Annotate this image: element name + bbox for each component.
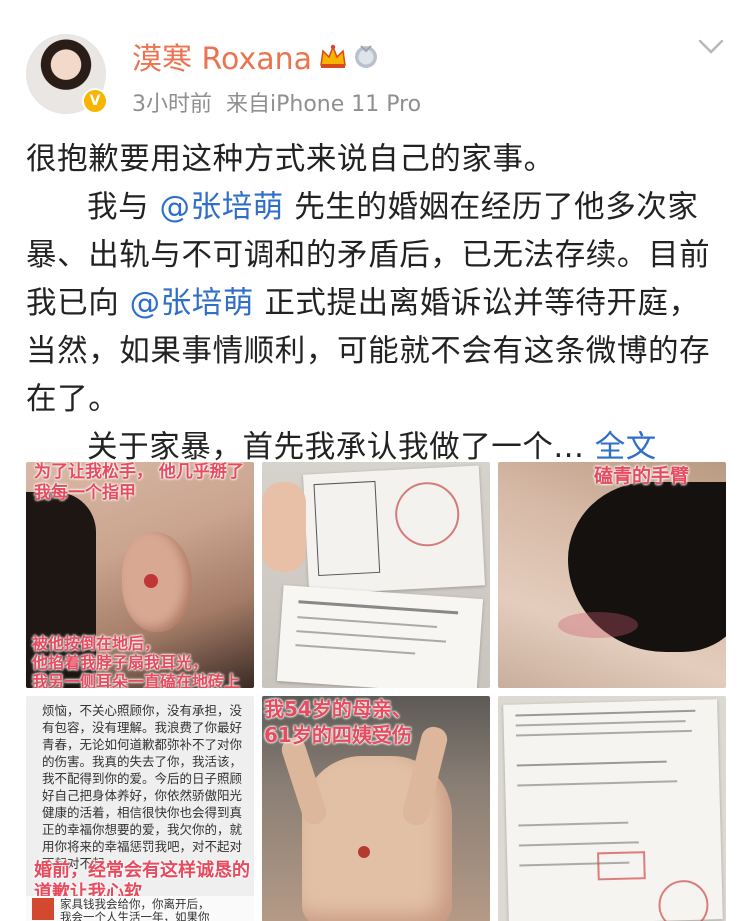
photo-chat-screenshot[interactable]: 烦恼，不关心照顾你，没有承担，没有包容，没有理解。我浪费了你最好青春，无论如何道… [26,696,254,921]
username[interactable]: 漠寒 Roxana [132,34,312,78]
mention-link[interactable]: @张培萌 [160,190,284,225]
photo-neck-bruise[interactable]: 磕青的手臂 [498,462,726,688]
photo-caption-top: 我54岁的母亲、 61岁的四姨受伤 [264,697,412,747]
image-grid: 为了让我松手， 他几乎掰了我每一个指甲 被他按倒在地后， 他掐着我脖子扇我耳光，… [26,462,726,921]
paragraph-1: 很抱歉要用这种方式来说自己的家事。 [26,142,555,177]
verified-badge-icon: V [82,88,108,114]
photo-ear-injury[interactable]: 为了让我松手， 他几乎掰了我每一个指甲 被他按倒在地后， 他掐着我脖子扇我耳光，… [26,462,254,688]
username-row: 漠寒 Roxana [132,34,380,78]
post-text: 很抱歉要用这种方式来说自己的家事。 我与 @张培萌 先生的婚姻在经历了他多次家暴… [26,136,726,472]
expand-full-text-link[interactable]: 全文 [595,430,657,465]
photo-caption-bottom: 被他按倒在地后， 他掐着我脖子扇我耳光， 我另一侧耳朵一直磕在地砖上 [32,634,241,688]
photo-caption-top: 磕青的手臂 [594,465,690,487]
vip-crown-icon [320,44,346,68]
photo-hand-injury[interactable]: 我54岁的母亲、 61岁的四姨受伤 [262,696,490,921]
paragraph-2: 我与 @张培萌 先生的婚姻在经历了他多次家暴、出轨与不可调和的矛盾后，已无法存续… [26,190,711,417]
chevron-down-icon[interactable] [698,38,724,56]
chat-message-text: 家具钱我会给你，你离开后， 我会一个人生活一年，如果你 [60,897,210,921]
post-source: 来自iPhone 11 Pro [226,92,422,117]
photo-forensic-report[interactable] [498,696,726,921]
post-time: 3小时前 [132,92,212,117]
photo-caption-top: 为了让我松手， 他几乎掰了我每一个指甲 [34,462,244,503]
medal-icon [355,45,377,68]
chat-avatar-icon [32,898,54,920]
post-meta: 3小时前 来自iPhone 11 Pro [132,86,421,118]
chat-message-text: 烦恼，不关心照顾你，没有承担，没有包容，没有理解。我浪费了你最好青春，无论如何道… [42,703,243,871]
mention-link[interactable]: @张培萌 [130,286,254,321]
weibo-post: V 漠寒 Roxana 3小时前 来自iPhone 11 Pro 很抱歉要用这种… [0,0,750,921]
photo-documents[interactable] [262,462,490,688]
